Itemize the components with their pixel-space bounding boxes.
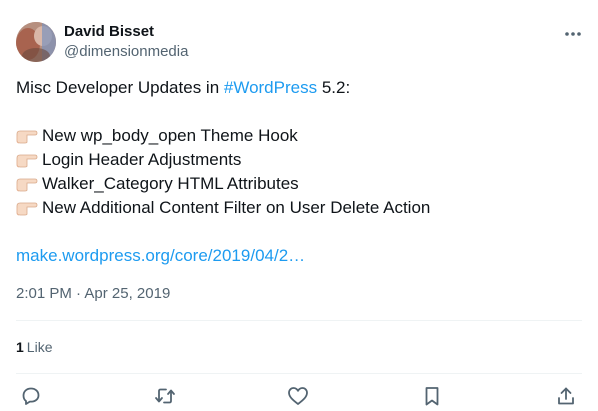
reply-icon — [21, 386, 41, 411]
backhand-index-pointing-right-icon — [16, 124, 38, 148]
tweet-timestamp: 2:01 PM · Apr 25, 2019 — [16, 284, 170, 304]
share-icon — [556, 386, 576, 411]
backhand-index-pointing-right-icon — [16, 172, 38, 196]
retweet-icon — [154, 386, 176, 411]
bookmark-button[interactable] — [420, 386, 444, 410]
more-horizontal-icon — [565, 23, 581, 41]
author-handle[interactable]: @dimensionmedia — [64, 42, 188, 62]
reply-button[interactable] — [19, 386, 43, 410]
bookmark-icon — [423, 386, 441, 411]
bullet-text: Walker_Category HTML Attributes — [42, 174, 299, 193]
intro-text: Misc Developer Updates in — [16, 78, 224, 97]
retweet-button[interactable] — [153, 386, 177, 410]
like-heart-icon — [287, 386, 309, 411]
likes-count: 1 — [16, 339, 24, 355]
timestamp-separator: · — [71, 285, 85, 302]
more-options-button[interactable] — [562, 22, 584, 42]
tweet-url-link[interactable]: make.wordpress.org/core/2019/04/2… — [16, 244, 582, 268]
tweet-date[interactable]: Apr 25, 2019 — [84, 285, 170, 302]
divider — [16, 320, 582, 321]
bullet-text: Login Header Adjustments — [42, 150, 242, 169]
intro-suffix: 5.2: — [317, 78, 351, 97]
tweet-text: Misc Developer Updates in #WordPress 5.2… — [16, 76, 582, 268]
backhand-index-pointing-right-icon — [16, 148, 38, 172]
like-button[interactable] — [286, 386, 310, 410]
tweet-time[interactable]: 2:01 PM — [16, 285, 72, 302]
tweet-card: David Bisset @dimensionmedia Misc Develo… — [0, 0, 598, 411]
share-button[interactable] — [554, 386, 578, 410]
hashtag-link[interactable]: #WordPress — [224, 78, 317, 97]
author-name[interactable]: David Bisset — [64, 22, 154, 42]
bullet-text: New wp_body_open Theme Hook — [42, 126, 298, 145]
bullet-text: New Additional Content Filter on User De… — [42, 198, 431, 217]
divider — [16, 373, 582, 374]
bullet-item: Walker_Category HTML Attributes — [16, 172, 582, 196]
likes-summary[interactable]: 1 Like — [16, 337, 52, 357]
bullet-item: Login Header Adjustments — [16, 148, 582, 172]
avatar[interactable] — [16, 22, 56, 62]
bullet-item: New wp_body_open Theme Hook — [16, 124, 582, 148]
backhand-index-pointing-right-icon — [16, 196, 38, 220]
tweet-intro: Misc Developer Updates in #WordPress 5.2… — [16, 76, 582, 100]
likes-label: Like — [26, 339, 53, 355]
bullet-item: New Additional Content Filter on User De… — [16, 196, 582, 220]
